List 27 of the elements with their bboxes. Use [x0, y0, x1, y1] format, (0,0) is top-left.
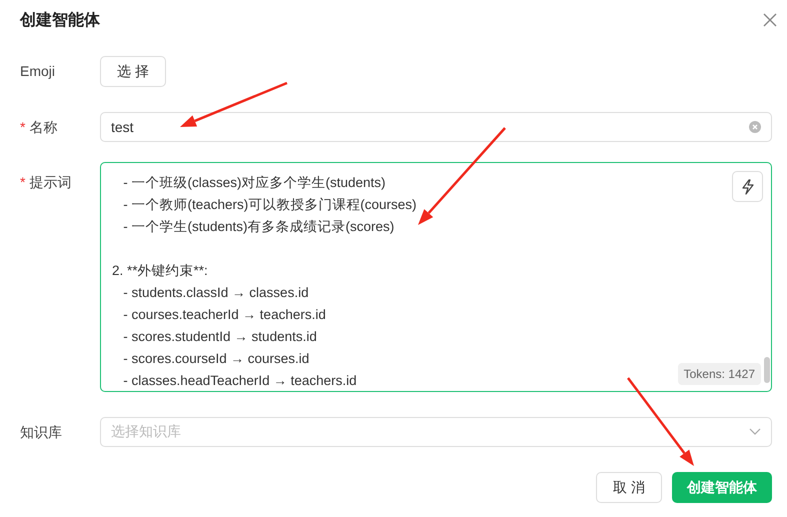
prompt-field[interactable] [100, 162, 772, 392]
prompt-line: - courses.teacherId → teachers.id [122, 306, 326, 324]
field-label: 提示词 [29, 173, 72, 192]
field-label: Emoji [20, 62, 56, 81]
scrollbar-thumb[interactable] [764, 357, 770, 383]
clear-icon[interactable] [749, 121, 761, 133]
name-field[interactable]: test [100, 112, 772, 142]
close-icon[interactable] [763, 13, 777, 27]
field-label: 名称 [29, 118, 58, 137]
field-label: 知识库 [20, 423, 62, 442]
prompt-line: - 一个学生(students)有多条成绩记录(scores) [122, 218, 394, 236]
dialog-title: 创建智能体 [20, 10, 100, 30]
lightning-icon [740, 178, 754, 194]
token-count: Tokens: 1427 [678, 363, 761, 385]
prompt-line: - students.classId → classes.id [122, 284, 309, 302]
prompt-line: - 一个班级(classes)对应多个学生(students) [122, 174, 386, 192]
select-button[interactable]: 选 择 [100, 56, 166, 87]
cancel-button[interactable]: 取 消 [596, 472, 662, 503]
prompt-line: 2. **外键约束**: [112, 262, 208, 280]
optimize-button[interactable] [732, 171, 763, 202]
prompt-line: - scores.studentId → students.id [122, 328, 317, 346]
prompt-line: - 一个教师(teachers)可以教授多门课程(courses) [122, 196, 417, 214]
required-mark: * [20, 173, 26, 192]
required-mark: * [20, 118, 26, 137]
prompt-line: - scores.courseId → courses.id [122, 350, 310, 368]
prompt-line: - classes.headTeacherId → teachers.id [122, 372, 357, 390]
chevron-down-icon [749, 428, 761, 436]
